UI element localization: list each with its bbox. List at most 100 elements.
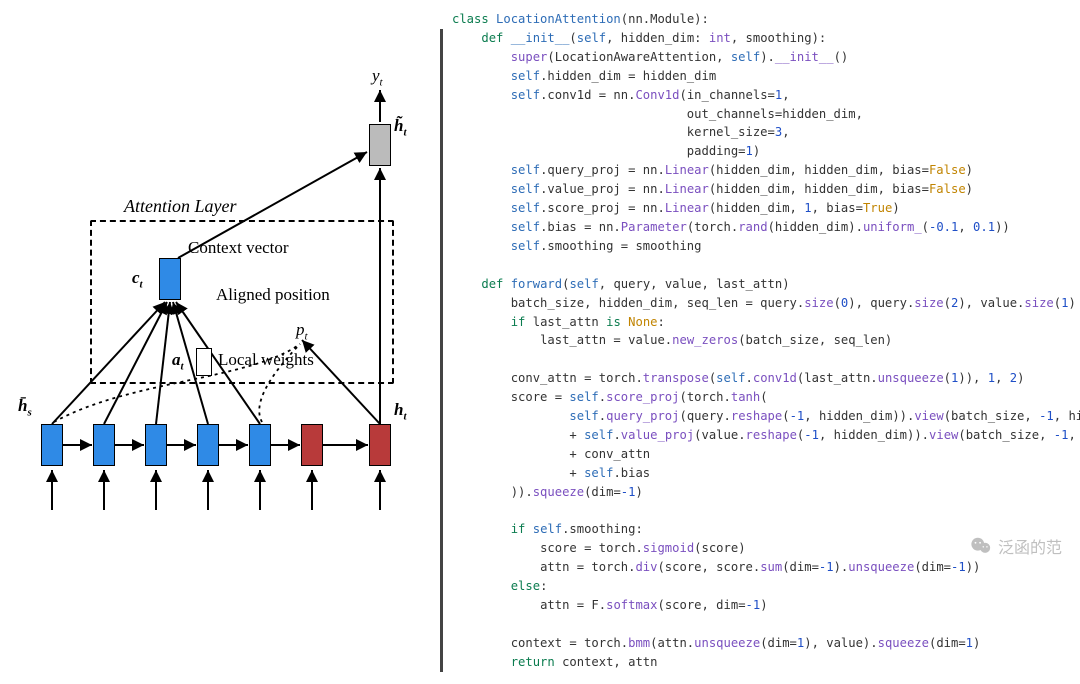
code-text [452,256,459,275]
code-text: conv_attn = torch.transpose(self.conv1d(… [452,369,1024,388]
code-line: last_attn = value.new_zeros(batch_size, … [440,331,1080,350]
decoder-block-2 [369,424,391,466]
code-gutter [440,615,443,634]
code-text: attn = torch.div(score, score.sum(dim=-1… [452,558,980,577]
code-gutter [440,218,443,237]
a-t-block [196,348,212,376]
code-text: self.smoothing = smoothing [452,237,702,256]
code-text: self.hidden_dim = hidden_dim [452,67,716,86]
aligned-position-label: Aligned position [216,285,330,305]
y-t-sub: t [380,76,383,88]
code-gutter [440,294,443,313]
code-gutter [440,67,443,86]
code-line: batch_size, hidden_dim, seq_len = query.… [440,294,1080,313]
code-gutter [440,426,443,445]
code-gutter [440,388,443,407]
context-vector-label: Context vector [188,238,289,258]
encoder-block-1 [41,424,63,466]
c-t-sub: t [140,278,143,290]
code-gutter [440,142,443,161]
local-weights-label: Local weights [218,350,314,370]
code-gutter [440,445,443,464]
encoder-block-2 [93,424,115,466]
code-line: super(LocationAwareAttention, self).__in… [440,48,1080,67]
code-line: self.bias = nn.Parameter(torch.rand(hidd… [440,218,1080,237]
code-line: def forward(self, query, value, last_att… [440,275,1080,294]
code-line: else: [440,577,1080,596]
code-gutter [440,350,443,369]
code-gutter [440,331,443,350]
code-gutter [440,161,443,180]
wechat-icon [970,535,992,557]
h-tilde-block [369,124,391,166]
code-gutter [440,237,443,256]
code-text [452,350,459,369]
code-gutter [440,369,443,388]
code-gutter [440,520,443,539]
watermark: 泛函的范 [970,534,1062,558]
code-gutter [440,180,443,199]
code-line: def __init__(self, hidden_dim: int, smoo… [440,29,1080,48]
code-text: class LocationAttention(nn.Module): [452,10,709,29]
code-text: self.query_proj(query.reshape(-1, hidden… [452,407,1080,426]
attention-layer-title: Attention Layer [124,196,236,217]
code-gutter [440,105,443,124]
page: h_tilde --> y_t --> [0,0,1080,574]
code-text: batch_size, hidden_dim, seq_len = query.… [452,294,1076,313]
code-line: + self.value_proj(value.reshape(-1, hidd… [440,426,1080,445]
code-text: else: [452,577,547,596]
code-line: self.hidden_dim = hidden_dim [440,67,1080,86]
code-line: self.query_proj = nn.Linear(hidden_dim, … [440,161,1080,180]
code-gutter [440,634,443,653]
code-line: conv_attn = torch.transpose(self.conv1d(… [440,369,1080,388]
code-text: def forward(self, query, value, last_att… [452,275,790,294]
code-line: self.value_proj = nn.Linear(hidden_dim, … [440,180,1080,199]
encoder-block-5 [249,424,271,466]
code-line: self.smoothing = smoothing [440,237,1080,256]
attention-diagram: h_tilde --> y_t --> [0,0,430,574]
p-t-sub: t [305,330,308,342]
code-text [452,615,459,634]
c-t-sym: c [132,268,140,287]
code-line: return context, attn [440,653,1080,672]
encoder-block-3 [145,424,167,466]
a-t-sub: t [181,360,184,372]
code-line: self.conv1d = nn.Conv1d(in_channels=1, [440,86,1080,105]
code-gutter [440,502,443,521]
code-text: + self.value_proj(value.reshape(-1, hidd… [452,426,1080,445]
code-text: self.bias = nn.Parameter(torch.rand(hidd… [452,218,1010,237]
code-line: class LocationAttention(nn.Module): [440,10,1080,29]
encoder-block-4 [197,424,219,466]
code-line [440,350,1080,369]
watermark-text: 泛函的范 [998,534,1062,558]
code-panel: class LocationAttention(nn.Module): def … [430,0,1080,684]
c-t-label: ct [132,268,143,290]
code-gutter [440,123,443,142]
code-gutter [440,48,443,67]
code-gutter [440,86,443,105]
code-gutter [440,29,443,48]
code-text: self.conv1d = nn.Conv1d(in_channels=1, [452,86,790,105]
code-gutter [440,199,443,218]
code-line: attn = torch.div(score, score.sum(dim=-1… [440,558,1080,577]
code-text: def __init__(self, hidden_dim: int, smoo… [452,29,826,48]
code-text: self.value_proj = nn.Linear(hidden_dim, … [452,180,973,199]
code-line: self.score_proj = nn.Linear(hidden_dim, … [440,199,1080,218]
code-gutter [440,539,443,558]
code-text: attn = F.softmax(score, dim=-1) [452,596,768,615]
a-t-sym: a [172,350,181,369]
code-gutter [440,313,443,332]
code-text: self.score_proj = nn.Linear(hidden_dim, … [452,199,900,218]
y-t-label: yt [372,66,383,88]
h-t-label: ht [394,400,407,422]
code-line: + self.bias [440,464,1080,483]
code-text: + self.bias [452,464,650,483]
code-line: + conv_attn [440,445,1080,464]
code-line: score = self.score_proj(torch.tanh( [440,388,1080,407]
code-text: score = torch.sigmoid(score) [452,539,746,558]
code-text: + conv_attn [452,445,650,464]
p-t-sym: p [296,320,305,339]
code-line: out_channels=hidden_dim, [440,105,1080,124]
code-text: padding=1) [452,142,760,161]
code-gutter [440,596,443,615]
